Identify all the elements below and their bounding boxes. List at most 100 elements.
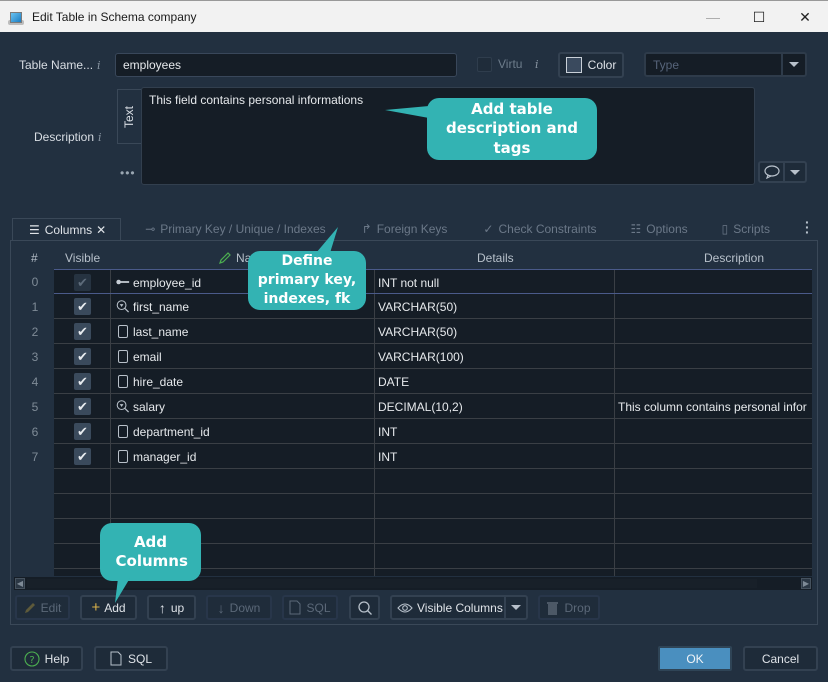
more-options-icon[interactable]: ••• bbox=[120, 166, 136, 180]
table-row[interactable]: ✔ manager_id INT bbox=[54, 444, 812, 469]
ok-button[interactable]: OK bbox=[658, 646, 732, 671]
callout-add-columns-text: Add Columns bbox=[115, 532, 188, 571]
tab-scripts[interactable]: ▯ Scripts bbox=[698, 218, 780, 240]
tab-columns[interactable]: ☰ Columns ✕ bbox=[12, 218, 122, 240]
row-number: 1 bbox=[31, 300, 39, 314]
header-details[interactable]: Details bbox=[477, 251, 514, 265]
type-placeholder: Type bbox=[646, 54, 783, 75]
tags-button[interactable] bbox=[758, 161, 807, 183]
tab-check-constraints[interactable]: ✓ Check Constraints bbox=[457, 218, 606, 240]
more-tabs-icon[interactable]: · · · bbox=[805, 215, 810, 239]
table-row[interactable]: ✔ employee_id INT not null bbox=[54, 269, 812, 294]
table-row[interactable]: ✔ email VARCHAR(100) bbox=[54, 344, 812, 369]
header-description[interactable]: Description bbox=[704, 251, 764, 265]
row-number-column bbox=[27, 269, 54, 576]
tab-primary-key[interactable]: ⊸ Primary Key / Unique / Indexes bbox=[121, 218, 335, 240]
visible-checkbox[interactable]: ✔ bbox=[74, 298, 91, 315]
column-name[interactable]: hire_date bbox=[133, 375, 363, 389]
scroll-right-icon[interactable]: ▶ bbox=[801, 578, 811, 589]
edit-button[interactable]: Edit bbox=[15, 595, 70, 620]
up-label: up bbox=[170, 600, 185, 615]
visible-columns-dropdown-icon[interactable] bbox=[504, 597, 526, 618]
row-number: 0 bbox=[31, 275, 39, 289]
tags-dropdown-icon[interactable] bbox=[785, 163, 805, 181]
header-visible[interactable]: Visible bbox=[65, 251, 100, 265]
description-text-tab[interactable]: Text bbox=[117, 89, 141, 144]
trash-icon bbox=[547, 601, 559, 615]
row-number: 3 bbox=[31, 350, 39, 364]
maximize-button[interactable]: ☐ bbox=[736, 1, 782, 33]
sql-preview-button[interactable]: SQL bbox=[282, 595, 338, 620]
minimize-button[interactable]: — bbox=[690, 1, 736, 33]
tab-bar: ☰ Columns ✕ ⊸ Primary Key / Unique / Ind… bbox=[12, 218, 780, 240]
column-details[interactable]: VARCHAR(50) bbox=[378, 300, 608, 314]
callout-keys: Define primary key, indexes, fk bbox=[248, 227, 366, 310]
column-icon bbox=[116, 349, 130, 363]
check-circle-icon: ✓ bbox=[483, 222, 494, 236]
row-number: 7 bbox=[31, 450, 39, 464]
column-details[interactable]: VARCHAR(50) bbox=[378, 325, 608, 339]
column-details[interactable]: VARCHAR(100) bbox=[378, 350, 608, 364]
description-label: Description i bbox=[34, 130, 102, 144]
column-name[interactable]: last_name bbox=[133, 325, 363, 339]
visible-checkbox[interactable]: ✔ bbox=[74, 398, 91, 415]
column-details[interactable]: DECIMAL(10,2) bbox=[378, 400, 608, 414]
column-description[interactable]: This column contains personal infor bbox=[618, 400, 812, 414]
visible-checkbox[interactable]: ✔ bbox=[74, 323, 91, 340]
help-button[interactable]: ? Help bbox=[10, 646, 83, 671]
info-icon[interactable]: i bbox=[97, 59, 101, 72]
visible-checkbox[interactable]: ✔ bbox=[74, 348, 91, 365]
close-button[interactable]: ✕ bbox=[782, 1, 828, 33]
column-details[interactable]: DATE bbox=[378, 375, 608, 389]
callout-pointer bbox=[385, 106, 429, 118]
empty-row[interactable] bbox=[54, 469, 812, 494]
column-icon bbox=[116, 449, 130, 463]
table-row[interactable]: ✔ department_id INT bbox=[54, 419, 812, 444]
virtual-info-icon[interactable]: i bbox=[535, 58, 539, 71]
visible-checkbox[interactable]: ✔ bbox=[74, 423, 91, 440]
tab-options[interactable]: ☷ Options bbox=[607, 218, 698, 240]
visible-columns-button[interactable]: Visible Columns bbox=[390, 595, 528, 620]
tab-primary-key-label: Primary Key / Unique / Indexes bbox=[160, 222, 326, 236]
cancel-button[interactable]: Cancel bbox=[743, 646, 818, 671]
color-button[interactable]: Color bbox=[558, 52, 624, 78]
table-row[interactable]: ✔ salary DECIMAL(10,2) This column contains… bbox=[54, 394, 812, 419]
drop-column-button[interactable]: Drop bbox=[538, 595, 600, 620]
visible-checkbox[interactable]: ✔ bbox=[74, 373, 91, 390]
empty-row[interactable] bbox=[54, 494, 812, 519]
help-icon: ? bbox=[24, 650, 40, 667]
visible-checkbox[interactable]: ✔ bbox=[74, 274, 91, 291]
type-select[interactable]: Type bbox=[644, 52, 807, 77]
column-name[interactable]: department_id bbox=[133, 425, 363, 439]
footer-sql-button[interactable]: SQL bbox=[94, 646, 168, 671]
scroll-left-icon[interactable]: ◀ bbox=[15, 578, 25, 589]
column-name[interactable]: manager_id bbox=[133, 450, 363, 464]
column-details[interactable]: INT bbox=[378, 450, 608, 464]
tab-foreign-keys[interactable]: ↱ Foreign Keys bbox=[336, 218, 458, 240]
description-info-icon[interactable]: i bbox=[98, 131, 102, 144]
move-down-button[interactable]: ↓ Down bbox=[206, 595, 272, 620]
table-row[interactable]: ✔ hire_date DATE bbox=[54, 369, 812, 394]
column-details[interactable]: INT bbox=[378, 425, 608, 439]
comment-icon[interactable] bbox=[760, 163, 785, 181]
virtual-checkbox[interactable] bbox=[477, 57, 492, 72]
column-name[interactable]: salary bbox=[133, 400, 363, 414]
table-row[interactable]: ✔ last_name VARCHAR(50) bbox=[54, 319, 812, 344]
callout-pointer bbox=[115, 578, 130, 603]
close-tab-icon[interactable]: ✕ bbox=[96, 223, 106, 237]
column-name[interactable]: email bbox=[133, 350, 363, 364]
table-name-input[interactable]: employees bbox=[115, 53, 457, 77]
down-label: Down bbox=[229, 600, 261, 615]
search-button[interactable] bbox=[349, 595, 380, 620]
chevron-down-icon[interactable] bbox=[783, 54, 805, 75]
row-number: 2 bbox=[31, 325, 39, 339]
add-column-button[interactable]: + Add bbox=[80, 595, 137, 620]
move-up-button[interactable]: ↑ up bbox=[147, 595, 196, 620]
table-row[interactable]: ✔ first_name VARCHAR(50) bbox=[54, 294, 812, 319]
visible-checkbox[interactable]: ✔ bbox=[74, 448, 91, 465]
drop-label: Drop bbox=[564, 600, 591, 615]
row-number: 6 bbox=[31, 425, 39, 439]
column-details[interactable]: INT not null bbox=[378, 276, 608, 290]
plus-icon: + bbox=[91, 599, 101, 616]
column-icon bbox=[116, 424, 130, 438]
